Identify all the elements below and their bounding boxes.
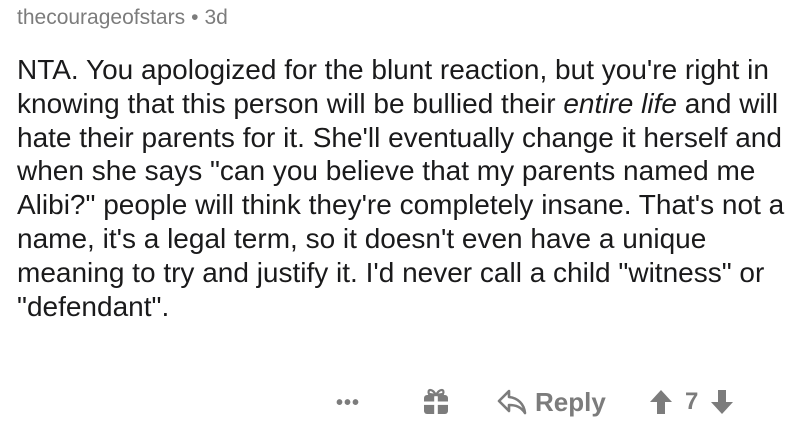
downvote-arrow-icon[interactable] xyxy=(710,388,734,416)
comment-paragraph: NTA. You apologized for the blunt reacti… xyxy=(17,53,787,323)
upvote-arrow-icon[interactable] xyxy=(649,388,673,416)
username-link[interactable]: thecourageofstars xyxy=(17,6,185,29)
comment-text-part2: and will hate their parents for it. She'… xyxy=(17,87,785,322)
more-options-icon: ••• xyxy=(336,392,361,414)
vote-count: 7 xyxy=(685,388,699,415)
comment-body: NTA. You apologized for the blunt reacti… xyxy=(17,53,787,323)
reply-button[interactable]: Reply xyxy=(497,384,606,420)
vote-controls: 7 xyxy=(649,384,734,420)
meta-separator: • xyxy=(191,6,199,29)
comment-meta: thecourageofstars • 3d xyxy=(17,4,228,32)
reply-arrow-icon xyxy=(497,389,527,415)
reply-label: Reply xyxy=(535,386,606,417)
more-options-button[interactable]: ••• xyxy=(336,392,360,415)
comment-actions: ••• Reply 7 xyxy=(0,384,800,426)
award-gift-icon xyxy=(424,388,448,414)
comment-age: 3d xyxy=(204,6,228,29)
comment-text-emphasis: entire life xyxy=(563,87,677,119)
award-button[interactable] xyxy=(421,386,451,416)
